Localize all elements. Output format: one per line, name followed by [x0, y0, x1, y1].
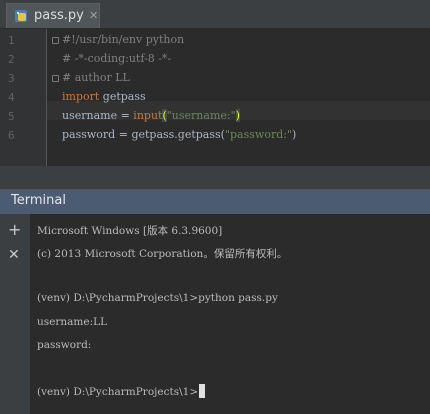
line-number: 1 — [8, 34, 15, 47]
matched-paren: ) — [235, 109, 240, 122]
tab-label: pass.py — [34, 8, 84, 23]
string-literal: "username:" — [166, 109, 236, 122]
fold-marker-icon[interactable] — [52, 75, 59, 82]
builtin-input: input — [133, 109, 163, 122]
close-tab-icon[interactable]: ✕ — [89, 9, 98, 22]
terminal-line: username:LL — [37, 316, 108, 328]
line-number: 4 — [8, 91, 15, 104]
python-file-icon — [15, 10, 27, 22]
string-literal: "password:" — [224, 128, 293, 141]
terminal-line: (c) 2013 Microsoft Corporation。保留所有权利。 — [37, 248, 288, 260]
terminal-line: (venv) D:\PycharmProjects\1>python pass.… — [37, 292, 278, 304]
line-number: 5 — [8, 110, 15, 123]
keyword-import: import — [62, 90, 100, 103]
fold-marker-icon[interactable] — [52, 37, 59, 44]
code-line-3: # author LL — [62, 71, 130, 84]
editor-tab-bar: pass.py ✕ — [0, 0, 430, 29]
code-text: password = getpass.getpass( — [62, 128, 225, 141]
code-line-1: #!/usr/bin/env python — [62, 33, 185, 46]
code-text: ) — [292, 128, 297, 141]
line-number: 3 — [8, 72, 15, 85]
terminal-toolbar: + ✕ — [0, 214, 30, 414]
line-number-gutter — [0, 29, 46, 166]
code-text: username = — [62, 109, 134, 122]
code-text: getpass — [99, 90, 146, 103]
gutter-divider — [46, 29, 47, 166]
code-line-6: password = getpass.getpass("password:") — [62, 128, 296, 141]
code-editor[interactable]: 1 2 3 4 5 6 #!/usr/bin/env python # -*-c… — [0, 29, 430, 166]
code-line-5: username = input("username:") — [62, 109, 240, 122]
terminal-output[interactable]: Microsoft Windows [版本 6.3.9600] (c) 2013… — [30, 214, 430, 414]
new-session-plus-icon[interactable]: + — [8, 220, 21, 239]
terminal-line: password: — [37, 339, 92, 351]
text-cursor — [199, 384, 206, 398]
terminal-line: Microsoft Windows [版本 6.3.9600] — [37, 225, 223, 237]
terminal-prompt-line: (venv) D:\PycharmProjects\1> — [37, 384, 206, 398]
close-session-icon[interactable]: ✕ — [8, 247, 20, 263]
panel-gap — [0, 166, 430, 190]
terminal-title: Terminal — [11, 193, 66, 208]
terminal-header[interactable]: Terminal — [0, 190, 430, 214]
line-number: 2 — [8, 53, 15, 66]
code-line-4: import getpass — [62, 90, 146, 103]
terminal-prompt: (venv) D:\PycharmProjects\1> — [37, 386, 199, 398]
code-line-2: # -*-coding:utf-8 -*- — [62, 52, 172, 65]
tab-pass-py[interactable]: pass.py ✕ — [6, 3, 100, 28]
line-number: 6 — [8, 129, 15, 142]
